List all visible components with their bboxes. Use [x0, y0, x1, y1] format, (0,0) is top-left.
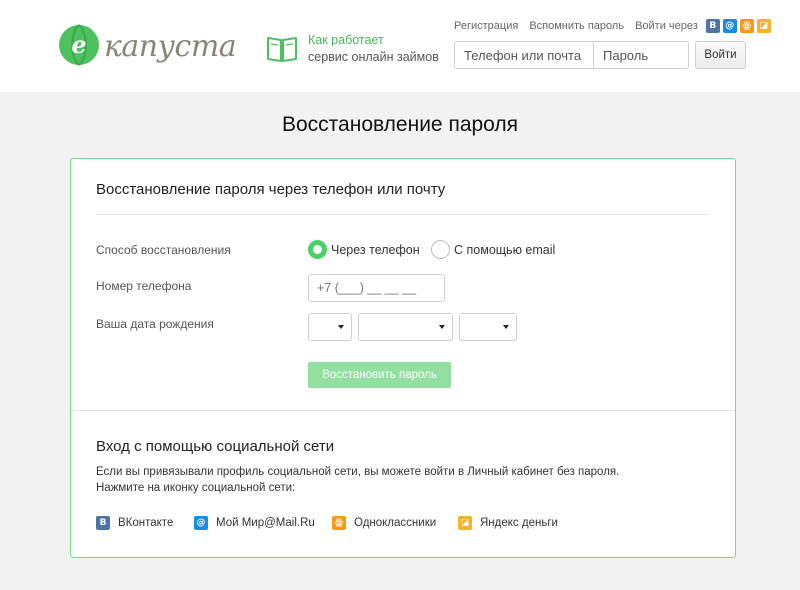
radio-phone-label: Через телефон — [331, 242, 420, 257]
social-login-description: Если вы привязывали профиль социальной с… — [96, 464, 619, 496]
radio-button-icon — [308, 240, 327, 259]
header-social-icons: B @ ꙮ ◪ — [705, 19, 771, 33]
remind-password-link[interactable]: Вспомнить пароль — [529, 20, 624, 32]
social-link-yandex-money[interactable]: ◪ Яндекс деньги — [458, 516, 558, 530]
svg-text:e: e — [71, 30, 86, 59]
page-title: Восстановление пароля — [281, 113, 519, 136]
social-link-vk[interactable]: B ВКонтакте — [96, 516, 173, 530]
yandex-money-icon: ◪ — [458, 516, 472, 530]
ok-icon: ꙮ — [332, 516, 346, 530]
logo[interactable]: e капуста — [58, 24, 237, 70]
social-login-title: Вход с помощью социальной сети — [96, 438, 335, 455]
top-links: Регистрация Вспомнить пароль Войти через… — [454, 19, 771, 33]
how-it-works-link[interactable]: Как работает сервис онлайн займов — [266, 32, 439, 66]
birth-date-label: Ваша дата рождения — [96, 317, 214, 331]
how-it-works-line1: Как работает — [308, 33, 384, 47]
login-phone-input[interactable] — [455, 42, 594, 68]
radio-email[interactable]: С помощью email — [431, 240, 555, 259]
login-via-label: Войти через — [635, 20, 698, 32]
ok-icon[interactable]: ꙮ — [739, 19, 754, 33]
social-desc-line2: Нажмите на иконку социальной сети: — [96, 482, 296, 494]
birth-day-select[interactable] — [308, 313, 352, 341]
phone-label: Номер телефона — [96, 279, 192, 293]
how-it-works-line2: сервис онлайн займов — [308, 50, 439, 64]
register-link[interactable]: Регистрация — [454, 20, 518, 32]
vk-icon: B — [96, 516, 110, 530]
chevron-down-icon — [439, 325, 445, 329]
login-button[interactable]: Войти — [695, 41, 746, 69]
birth-year-select[interactable] — [459, 313, 517, 341]
divider — [96, 214, 710, 215]
login-form — [454, 41, 689, 69]
radio-button-icon — [431, 240, 450, 259]
chevron-down-icon — [503, 325, 509, 329]
mail-icon: @ — [194, 516, 208, 530]
chevron-down-icon — [338, 325, 344, 329]
method-label: Способ восстановления — [96, 243, 231, 257]
recovery-card: Восстановление пароля через телефон или … — [70, 158, 736, 558]
logo-text: капуста — [104, 29, 237, 64]
radio-phone[interactable]: Через телефон — [308, 240, 420, 259]
book-icon — [267, 37, 297, 62]
cabbage-logo-icon: e — [59, 24, 99, 66]
vk-icon[interactable]: B — [705, 19, 720, 33]
phone-input[interactable] — [308, 274, 445, 302]
social-link-label: ВКонтакте — [118, 517, 174, 529]
restore-password-button[interactable]: Восстановить пароль — [308, 362, 451, 388]
mail-icon[interactable]: @ — [722, 19, 737, 33]
social-desc-line1: Если вы привязывали профиль социальной с… — [96, 466, 620, 478]
birth-month-select[interactable] — [358, 313, 453, 341]
yandex-money-icon[interactable]: ◪ — [756, 19, 771, 33]
social-link-label: Одноклассники — [354, 517, 437, 529]
social-link-label: Яндекс деньги — [480, 517, 558, 529]
header: e капуста Как работает сервис онлайн зай… — [0, 0, 800, 92]
social-link-mailru[interactable]: @ Мой Мир@Mail.Ru — [194, 516, 315, 530]
radio-email-label: С помощью email — [454, 242, 556, 257]
recovery-title: Восстановление пароля через телефон или … — [96, 181, 446, 198]
divider — [71, 410, 735, 411]
social-link-label: Мой Мир@Mail.Ru — [216, 517, 315, 529]
login-password-input[interactable] — [594, 42, 688, 68]
social-link-ok[interactable]: ꙮ Одноклассники — [332, 516, 436, 530]
